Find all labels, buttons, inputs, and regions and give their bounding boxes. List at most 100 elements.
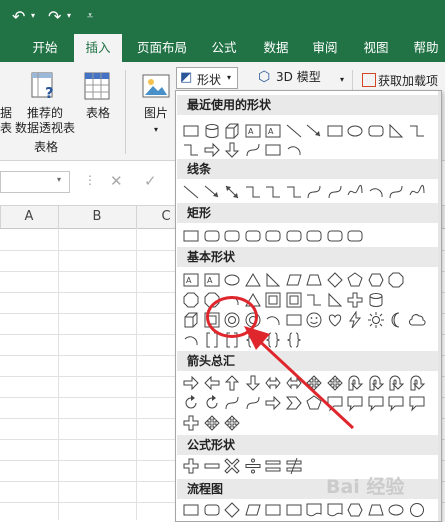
shape-oval-icon[interactable] bbox=[387, 501, 405, 519]
shape-trap-icon[interactable] bbox=[305, 271, 323, 289]
shape-diamond-icon[interactable] bbox=[326, 271, 344, 289]
shape-notequal-icon[interactable] bbox=[285, 457, 303, 475]
shape-uarrow-icon[interactable] bbox=[223, 374, 241, 392]
shape-rect-icon[interactable] bbox=[182, 122, 200, 140]
shape-rtri-icon[interactable] bbox=[387, 122, 405, 140]
shape-cloud-icon[interactable] bbox=[408, 311, 426, 329]
shape-equal-icon[interactable] bbox=[264, 457, 282, 475]
table-icon[interactable] bbox=[84, 72, 110, 100]
shape-line-icon[interactable] bbox=[285, 122, 303, 140]
shape-divide-icon[interactable] bbox=[244, 457, 262, 475]
shape-hex-icon[interactable] bbox=[346, 501, 364, 519]
shape-para-icon[interactable] bbox=[244, 501, 262, 519]
shape-textbox-icon[interactable]: A bbox=[244, 122, 262, 140]
shape-rarrow-icon[interactable] bbox=[182, 374, 200, 392]
shape-arc-icon[interactable] bbox=[182, 331, 200, 349]
redo-dropdown-icon[interactable]: ▾ bbox=[67, 11, 71, 20]
shape-doc-icon[interactable] bbox=[305, 501, 323, 519]
shape-curve-icon[interactable] bbox=[305, 183, 323, 201]
shape-arrowline-icon[interactable] bbox=[203, 183, 221, 201]
model3d-dropdown-icon[interactable]: ▾ bbox=[337, 72, 347, 87]
shape-pent-icon[interactable] bbox=[346, 271, 364, 289]
pictures-button[interactable]: 图片 bbox=[138, 106, 174, 121]
shape-rrect-icon[interactable] bbox=[203, 227, 221, 245]
shape-arrowline-icon[interactable] bbox=[305, 122, 323, 140]
shape-doc-icon[interactable] bbox=[326, 501, 344, 519]
shape-oval-icon[interactable] bbox=[346, 122, 364, 140]
shape-circle-icon[interactable] bbox=[408, 501, 426, 519]
shape-curve-icon[interactable] bbox=[244, 141, 262, 159]
shape-rtri-icon[interactable] bbox=[264, 271, 282, 289]
shape-scribble-icon[interactable] bbox=[408, 183, 426, 201]
shape-larrow-icon[interactable] bbox=[203, 374, 221, 392]
panel-scrollbar[interactable] bbox=[438, 91, 441, 521]
tab-help[interactable]: 帮助 bbox=[406, 34, 445, 62]
shape-oval-icon[interactable] bbox=[223, 271, 241, 289]
undo-icon[interactable]: ↶ bbox=[12, 7, 25, 26]
column-header-a[interactable]: A bbox=[0, 206, 59, 228]
model3d-icon[interactable]: ⬡ bbox=[258, 69, 270, 85]
shapes-button[interactable]: ◩ 形状 ▾ bbox=[176, 67, 238, 89]
shape-rrect-icon[interactable] bbox=[367, 122, 385, 140]
shape-curve-icon[interactable] bbox=[387, 183, 405, 201]
shape-dblarrow-icon[interactable] bbox=[223, 183, 241, 201]
shape-callout-icon[interactable] bbox=[408, 394, 426, 412]
shape-cube-icon[interactable] bbox=[223, 122, 241, 140]
shape-rrect-icon[interactable] bbox=[244, 227, 262, 245]
shape-moon-icon[interactable] bbox=[387, 311, 405, 329]
shape-plus-icon[interactable] bbox=[182, 414, 200, 432]
shape-curve-icon[interactable] bbox=[223, 394, 241, 412]
shape-cube-icon[interactable] bbox=[182, 311, 200, 329]
shape-scribble-icon[interactable] bbox=[346, 183, 364, 201]
shape-oct-icon[interactable] bbox=[387, 271, 405, 289]
shape-elbow-icon[interactable] bbox=[408, 122, 426, 140]
recommended-pivot-button[interactable]: 推荐的 数据透视表 bbox=[14, 106, 76, 136]
shape-mult-icon[interactable] bbox=[223, 457, 241, 475]
tab-data[interactable]: 数据 bbox=[256, 34, 296, 62]
shape-para-icon[interactable] bbox=[285, 271, 303, 289]
addins-icon[interactable] bbox=[362, 73, 376, 87]
tab-review[interactable]: 审阅 bbox=[305, 34, 345, 62]
shape-textbox-icon[interactable]: A bbox=[203, 271, 221, 289]
shape-line-icon[interactable] bbox=[182, 183, 200, 201]
shape-quad-icon[interactable] bbox=[203, 414, 221, 432]
shape-darrow-icon[interactable] bbox=[223, 141, 241, 159]
shape-elbow-icon[interactable] bbox=[285, 183, 303, 201]
shape-rtri-icon[interactable] bbox=[326, 291, 344, 309]
tab-formulas[interactable]: 公式 bbox=[204, 34, 244, 62]
shape-arc-icon[interactable] bbox=[285, 141, 303, 159]
shape-diamond-icon[interactable] bbox=[223, 501, 241, 519]
shape-rrect-icon[interactable] bbox=[326, 227, 344, 245]
shape-elbow-icon[interactable] bbox=[244, 183, 262, 201]
table-button[interactable]: 表格 bbox=[80, 106, 116, 121]
tab-view[interactable]: 视图 bbox=[356, 34, 396, 62]
shape-plus-icon[interactable] bbox=[346, 291, 364, 309]
shape-quad-icon[interactable] bbox=[223, 414, 241, 432]
shape-rect-icon[interactable] bbox=[326, 122, 344, 140]
redo-icon[interactable]: ↷ bbox=[48, 7, 61, 26]
customize-toolbar-icon[interactable]: ⩡ bbox=[87, 9, 93, 23]
shape-elbow-icon[interactable] bbox=[182, 141, 200, 159]
model3d-button[interactable]: 3D 模型 bbox=[276, 70, 346, 85]
shape-trap-icon[interactable] bbox=[367, 501, 385, 519]
shape-arc-icon[interactable] bbox=[367, 183, 385, 201]
tab-home[interactable]: 开始 bbox=[24, 34, 66, 62]
get-addins-button[interactable]: 获取加载项 bbox=[378, 74, 445, 89]
shape-plus-icon[interactable] bbox=[182, 457, 200, 475]
shape-tri-icon[interactable] bbox=[244, 271, 262, 289]
shape-rarrow-icon[interactable] bbox=[203, 141, 221, 159]
shape-minus-icon[interactable] bbox=[203, 457, 221, 475]
shape-rect-icon[interactable] bbox=[285, 501, 303, 519]
pictures-icon[interactable] bbox=[142, 72, 170, 100]
recommended-pivot-icon[interactable]: ? bbox=[31, 72, 59, 102]
shape-rrect-icon[interactable] bbox=[203, 501, 221, 519]
cancel-formula-icon[interactable]: ✕ bbox=[110, 172, 123, 190]
pivot-table-label-fragment[interactable]: 据表 bbox=[0, 106, 14, 136]
shape-oct-icon[interactable] bbox=[182, 291, 200, 309]
tab-insert[interactable]: 插入 bbox=[74, 34, 122, 62]
column-header-b[interactable]: B bbox=[58, 206, 137, 228]
shape-circarrow-icon[interactable] bbox=[203, 394, 221, 412]
shape-hex-icon[interactable] bbox=[367, 271, 385, 289]
shape-rrect-icon[interactable] bbox=[346, 227, 364, 245]
shape-elbow-icon[interactable] bbox=[264, 183, 282, 201]
